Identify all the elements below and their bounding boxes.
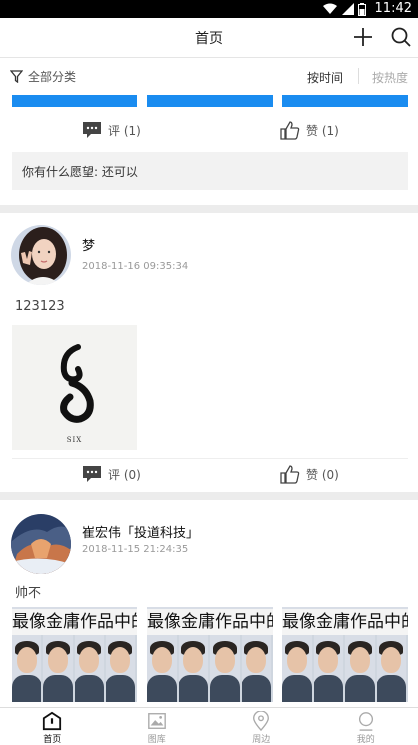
post-username[interactable]: 梦 — [82, 235, 95, 254]
card-actions: 评 (1) 赞 (1) — [0, 111, 418, 149]
feed-divider — [0, 492, 418, 500]
status-icons — [322, 2, 366, 16]
post-photo[interactable]: 最像金庸作品中的 — [147, 607, 273, 702]
nav-profile-label: 我的 — [356, 735, 375, 745]
gallery-icon — [147, 713, 166, 729]
photo-title: 最像金庸作品中的 — [282, 609, 408, 635]
title-bar: 首页 — [0, 18, 418, 58]
thumbs-up-icon — [280, 120, 300, 140]
sort-divider — [358, 68, 359, 84]
bottom-nav: 首页 图库 周边 我的 — [0, 707, 418, 745]
comment-icon — [83, 466, 101, 482]
sort-by-time-button[interactable]: 按时间 — [307, 69, 343, 86]
like-button[interactable]: 赞 (0) — [280, 459, 339, 489]
like-count: 赞 (0) — [306, 467, 339, 482]
feed-list[interactable]: 评 (1) 赞 (1) 你有什么愿望: 还可以 梦 2018-11-16 09:… — [0, 95, 418, 707]
all-categories-label: 全部分类 — [28, 70, 77, 84]
add-icon[interactable] — [352, 26, 374, 48]
comment-button[interactable]: 评 (0) — [82, 459, 141, 489]
status-time: 11:42 — [374, 1, 412, 16]
nav-gallery[interactable]: 图库 — [105, 708, 210, 745]
post-timestamp: 2018-11-15 21:24:35 — [82, 544, 189, 555]
nav-profile[interactable]: 我的 — [314, 708, 418, 745]
search-icon[interactable] — [390, 26, 412, 48]
nav-nearby[interactable]: 周边 — [209, 708, 314, 745]
comment-button[interactable]: 评 (1) — [82, 111, 141, 149]
thumbs-up-icon — [280, 464, 300, 484]
sort-by-hot-button[interactable]: 按热度 — [372, 69, 408, 86]
comment-icon — [83, 122, 101, 138]
all-categories-button[interactable]: 全部分类 — [10, 68, 76, 85]
post-timestamp: 2018-11-16 09:35:34 — [82, 261, 189, 272]
nav-home-label: 首页 — [43, 735, 62, 745]
comment-count: 评 (0) — [108, 467, 141, 482]
logo-graphic — [60, 344, 94, 423]
battery-icon — [358, 2, 366, 16]
nav-home[interactable]: 首页 — [0, 708, 105, 745]
post-photo[interactable]: 最像金庸作品中的 — [282, 607, 408, 702]
photo-title: 最像金庸作品中的 — [12, 609, 137, 635]
card-image-strip[interactable] — [12, 95, 137, 107]
signal-icon — [342, 3, 354, 15]
filter-bar: 全部分类 按时间 按热度 — [0, 59, 418, 95]
location-icon — [253, 711, 270, 731]
home-icon — [43, 711, 62, 731]
card-image-strip[interactable] — [282, 95, 408, 107]
status-bar: 11:42 — [0, 0, 418, 18]
profile-icon — [358, 712, 373, 731]
post-image-caption: SIX — [66, 436, 83, 444]
like-count: 赞 (1) — [306, 123, 339, 138]
post-card[interactable]: 崔宏伟「投道科技」 2018-11-15 21:24:35 帅不 最像金庸作品中… — [0, 500, 418, 707]
comment-count: 评 (1) — [108, 123, 141, 138]
card-image-strip[interactable] — [147, 95, 273, 107]
feed-divider — [0, 205, 418, 213]
avatar[interactable] — [11, 514, 71, 574]
post-actions: 评 (0) 赞 (0) — [0, 459, 418, 489]
nav-gallery-label: 图库 — [147, 735, 166, 745]
feed-card: 评 (1) 赞 (1) 你有什么愿望: 还可以 — [0, 95, 418, 205]
photo-title: 最像金庸作品中的 — [147, 609, 273, 635]
post-username[interactable]: 崔宏伟「投道科技」 — [82, 522, 199, 541]
wish-text: 你有什么愿望: 还可以 — [12, 152, 408, 190]
wifi-icon — [323, 3, 337, 14]
like-button[interactable]: 赞 (1) — [280, 111, 339, 149]
filter-icon — [10, 70, 23, 83]
avatar[interactable] — [11, 225, 71, 285]
nav-nearby-label: 周边 — [252, 735, 271, 745]
post-card[interactable]: 梦 2018-11-16 09:35:34 123123 SIX 评 (0) 赞… — [0, 213, 418, 489]
post-text: 123123 — [15, 299, 65, 314]
post-image[interactable]: SIX — [12, 325, 137, 450]
post-photo[interactable]: 最像金庸作品中的 — [12, 607, 137, 702]
post-text: 帅不 — [15, 586, 42, 601]
